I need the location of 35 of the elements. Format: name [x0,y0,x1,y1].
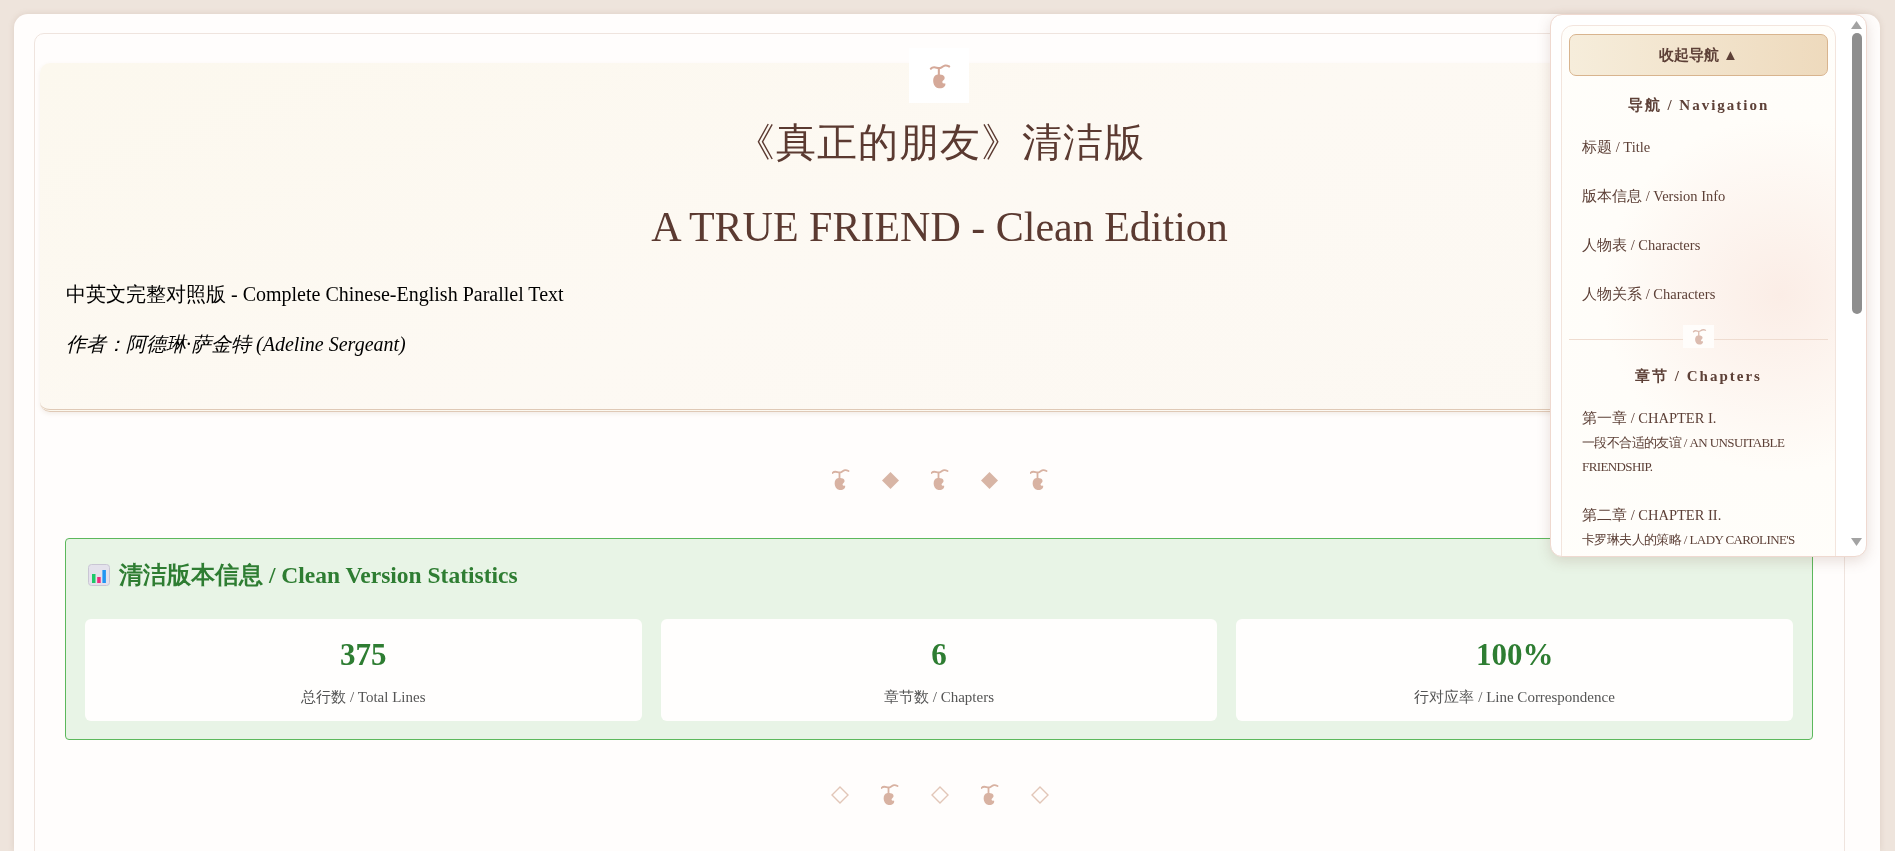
scroll-down-arrow-icon [1851,538,1862,546]
diamond-icon [881,471,899,489]
cherry-icon [831,469,850,491]
navigation-link[interactable]: 第一章 / CHAPTER I. 一段不合适的友谊 / AN UNSUITABLE FRIENDSHIP. [1569,394,1828,491]
navigation-link[interactable]: 版本信息 / Version Info [1569,172,1828,221]
diamond-icon [980,471,998,489]
navigation-link[interactable]: 人物表 / Characters [1569,221,1828,270]
scroll-up-arrow-icon [1851,21,1862,29]
diamond-outline-icon [1030,786,1049,804]
stat-label: 总行数 / Total Lines [301,688,426,707]
stat-value: 6 [931,637,947,673]
navigation-link[interactable]: 第二章 / CHAPTER II. 卡罗琳夫人的策略 / LADY CAROLINE'S [1569,491,1828,556]
stat-value: 100% [1475,637,1554,673]
diamond-outline-icon [830,786,849,804]
cherry-icon [880,784,899,806]
navigation-heading: 章节 / Chapters [1635,367,1762,386]
subtitle-text: 中英文完整对照版 - Complete Chinese-English Parallel Text [66,282,564,308]
author-text: 作者：阿德琳·萨金特 (Adeline Sergeant) [66,332,406,358]
diamond-outline-icon [930,786,949,804]
book-title: 《真正的朋友》清洁版 [734,119,1145,167]
cherry-icon [1683,325,1714,348]
cherry-icon [1029,469,1048,491]
stat-label: 行对应率 / Line Correspondence [1414,688,1615,707]
statistics-title: 清洁版本信息 / Clean Version Statistics [119,561,518,590]
stat-label: 章节数 / Chapters [884,688,994,707]
collapse-navigation-button[interactable]: 收起导航 ▲ [1569,34,1828,76]
bar-chart-icon [88,564,110,586]
navigation-link[interactable]: 标题 / Title [1569,123,1828,172]
navigation-link[interactable]: 人物关系 / Characters [1569,270,1828,319]
cherry-icon [930,469,949,491]
english-title: A TRUE FRIEND - Clean Edition [651,203,1228,252]
scrollbar-thumb[interactable] [1851,33,1862,314]
stat-value: 375 [340,637,387,673]
navigation-heading: 导航 / Navigation [1627,96,1770,115]
cherry-icon [980,784,999,806]
